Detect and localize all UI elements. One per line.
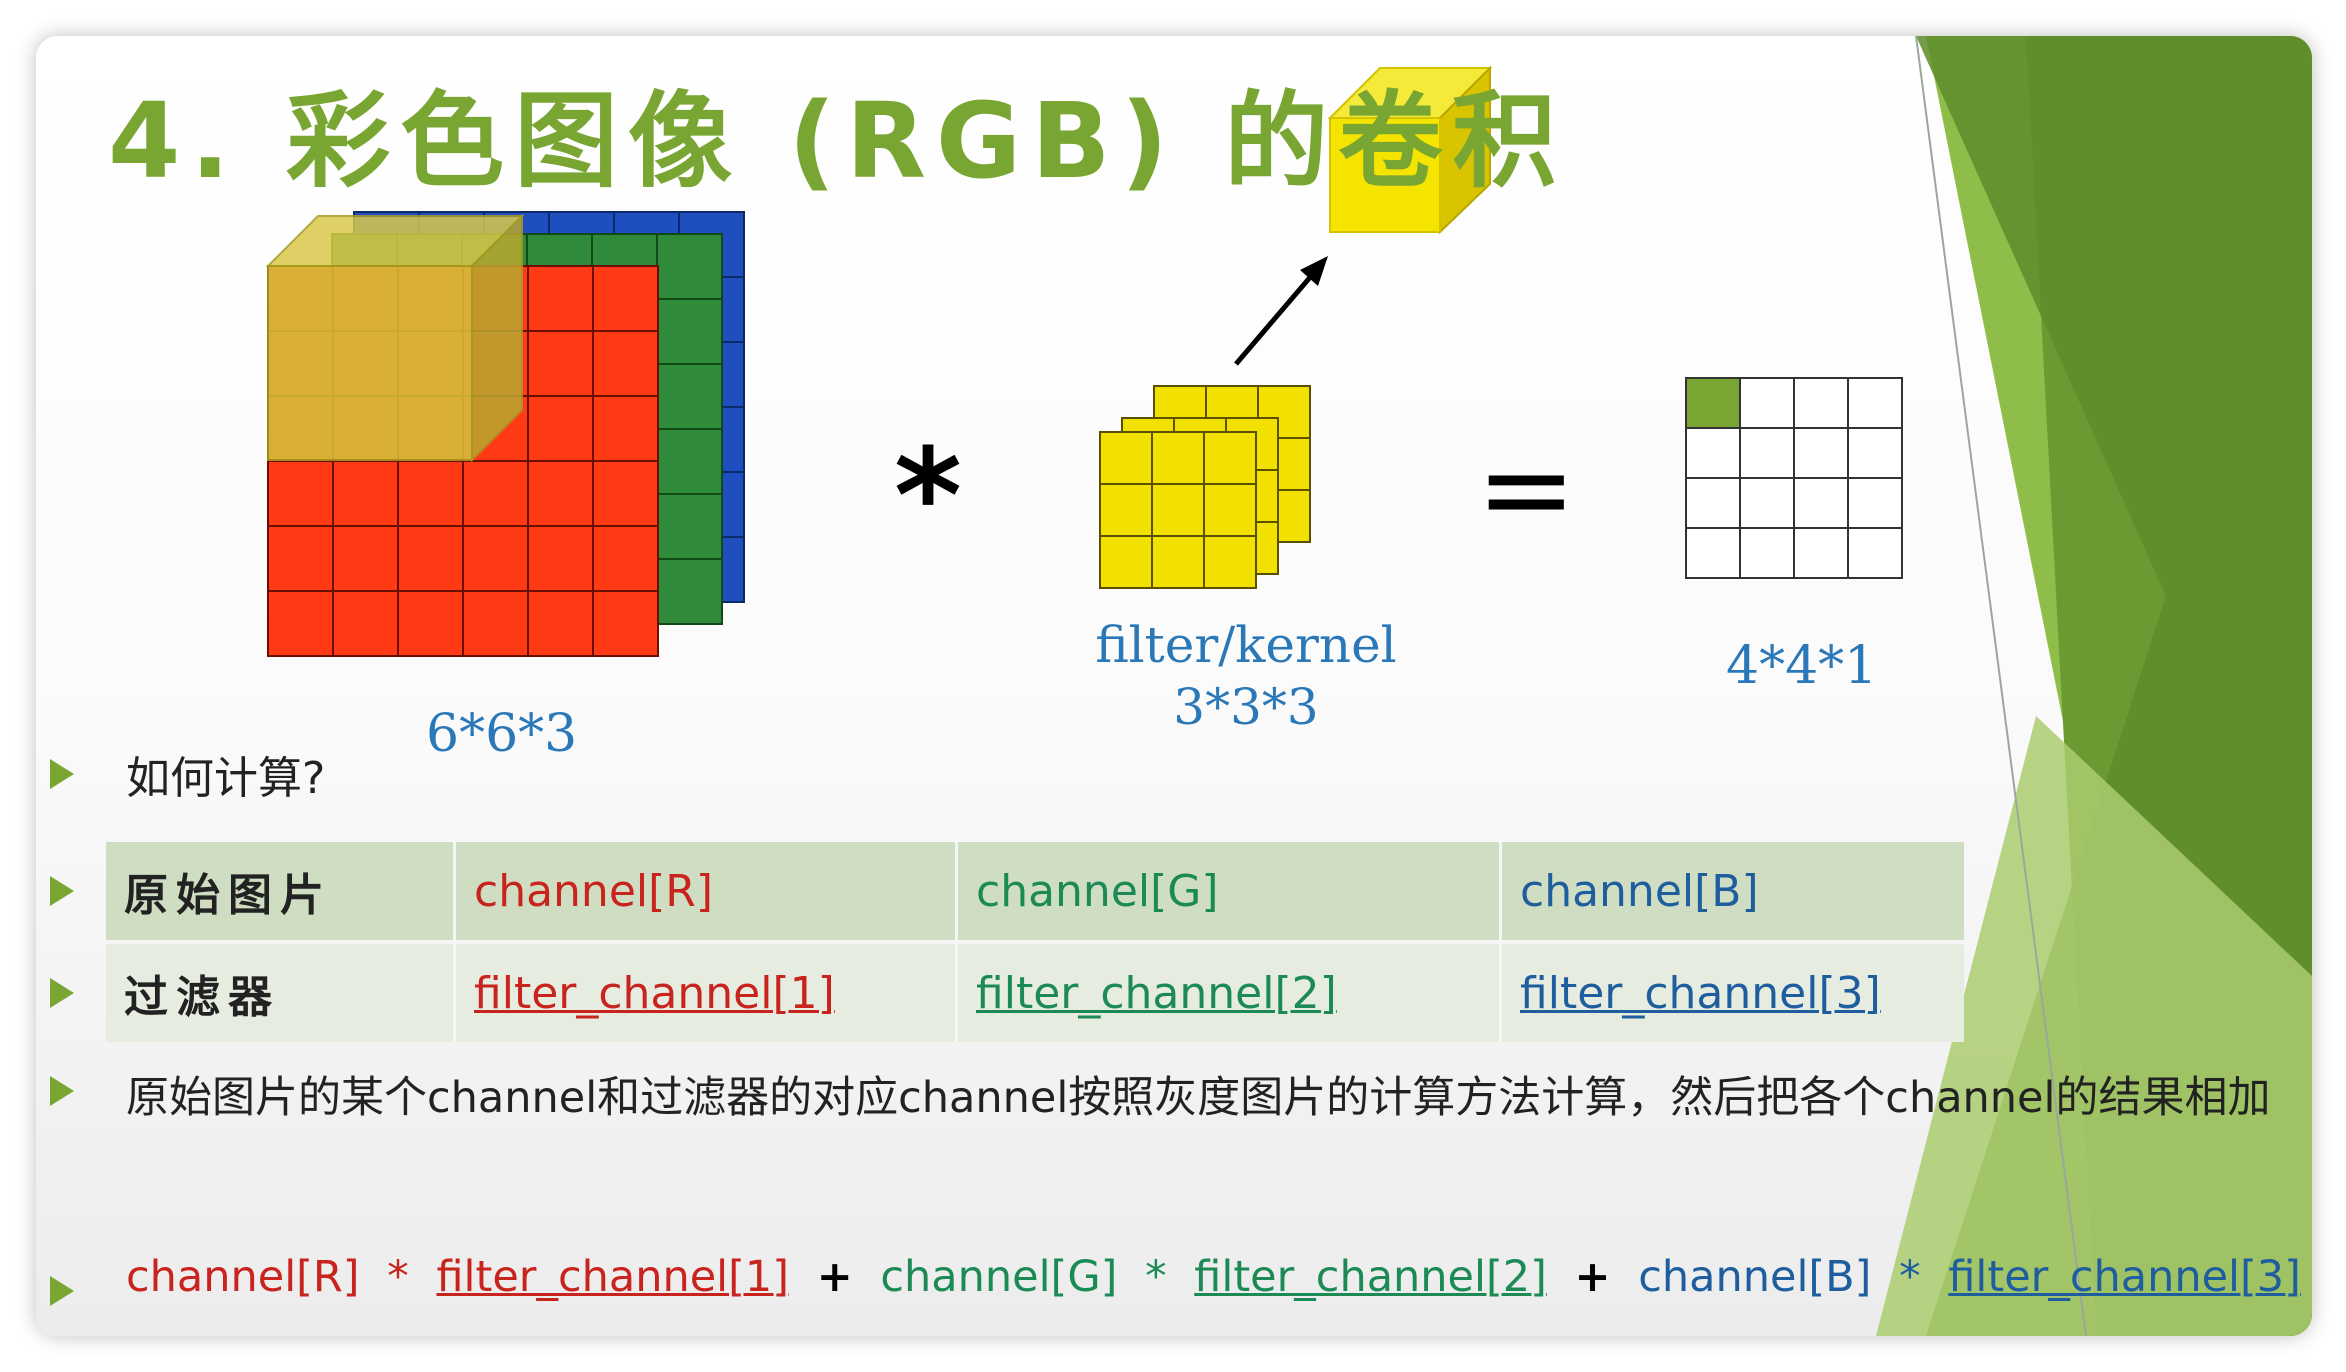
filter-cell <box>1099 483 1153 537</box>
output-cell <box>1793 377 1849 429</box>
red-channel-cell <box>527 590 594 657</box>
red-channel-cell <box>397 590 464 657</box>
formula-plus: + <box>816 1252 853 1302</box>
table-cell: channel[R] <box>456 842 958 940</box>
output-grid <box>1685 377 1903 579</box>
filter-size-label: 3*3*3 <box>1173 678 1319 736</box>
formula-operator: * <box>387 1252 409 1302</box>
red-channel-cell <box>267 460 334 527</box>
red-channel-cell <box>332 590 399 657</box>
red-channel-cell <box>527 265 594 332</box>
formula-term: channel[R] <box>126 1252 360 1302</box>
red-channel-cell <box>592 265 659 332</box>
red-channel-cell <box>267 525 334 592</box>
filter-cell <box>1203 431 1257 485</box>
formula: channel[R] * filter_channel[1] + channel… <box>126 1252 2312 1302</box>
green-channel-cell <box>656 363 723 430</box>
red-channel-cell <box>527 525 594 592</box>
red-channel-cell <box>397 525 464 592</box>
slide-title: 4. 彩色图像 (RGB) 的卷积 <box>108 80 1567 202</box>
green-channel-cell <box>656 233 723 300</box>
filter-cell <box>1099 431 1153 485</box>
table-cell: 过滤器 <box>106 944 456 1042</box>
table-cell: 原始图片 <box>106 842 456 940</box>
formula-operator: * <box>1899 1252 1921 1302</box>
red-channel-cell <box>332 525 399 592</box>
red-channel-cell <box>592 590 659 657</box>
green-channel-cell <box>656 493 723 560</box>
description-text: 原始图片的某个channel和过滤器的对应channel按照灰度图片的计算方法计… <box>126 1073 2271 1123</box>
red-channel-cell <box>592 395 659 462</box>
bullet-icon <box>50 1076 74 1106</box>
output-cell <box>1739 377 1795 429</box>
output-size-label: 4*4*1 <box>1726 636 1878 696</box>
output-cell <box>1847 377 1903 429</box>
red-channel-cell <box>592 330 659 397</box>
output-cell <box>1793 477 1849 529</box>
table-cell: channel[G] <box>958 842 1502 940</box>
red-channel-cell <box>592 525 659 592</box>
output-cell <box>1793 527 1849 579</box>
green-channel-cell <box>656 298 723 365</box>
formula-term: filter_channel[3] <box>1948 1252 2301 1302</box>
output-cell <box>1685 477 1741 529</box>
bullet-icon <box>50 978 74 1008</box>
kernel-overlay-front <box>267 265 473 461</box>
green-channel-cell <box>656 558 723 625</box>
filter-cell <box>1151 431 1205 485</box>
formula-term: filter_channel[2] <box>1194 1252 1547 1302</box>
red-channel-cell <box>332 460 399 527</box>
output-cell <box>1847 477 1903 529</box>
red-channel-cell <box>462 525 529 592</box>
table-row-filter: 过滤器 filter_channel[1] filter_channel[2] … <box>106 944 1964 1042</box>
input-size-label: 6*6*3 <box>426 704 578 764</box>
bullet-icon <box>50 876 74 906</box>
bullet-icon <box>50 1276 74 1306</box>
red-channel-cell <box>527 460 594 527</box>
output-cell <box>1685 377 1741 429</box>
output-arrow <box>1234 256 1328 366</box>
red-channel-cell <box>397 460 464 527</box>
output-cell <box>1793 427 1849 479</box>
table-cell: filter_channel[2] <box>958 944 1502 1042</box>
output-cell <box>1685 427 1741 479</box>
output-cell <box>1739 427 1795 479</box>
filter-label: filter/kernel 3*3*3 <box>1076 614 1416 738</box>
green-channel-cell <box>656 428 723 495</box>
question-text: 如何计算? <box>126 753 326 804</box>
output-cell <box>1847 527 1903 579</box>
red-channel-cell <box>527 330 594 397</box>
filter-volume <box>1099 385 1311 589</box>
filter-cell <box>1151 483 1205 537</box>
formula-operator: * <box>1145 1252 1167 1302</box>
filter-cell <box>1099 535 1153 589</box>
red-channel-cell <box>462 460 529 527</box>
slide: 4. 彩色图像 (RGB) 的卷积 * = 6*6*3 filter/kerne… <box>36 36 2312 1336</box>
formula-plus: + <box>1574 1252 1611 1302</box>
red-channel-cell <box>267 590 334 657</box>
filter-name-label: filter/kernel <box>1095 616 1397 674</box>
red-channel-cell <box>592 460 659 527</box>
input-volume <box>265 211 745 657</box>
formula-term: filter_channel[1] <box>436 1252 790 1302</box>
red-channel-cell <box>462 590 529 657</box>
output-cell <box>1739 527 1795 579</box>
table-cell: channel[B] <box>1520 865 1759 917</box>
output-cell <box>1847 427 1903 479</box>
red-channel-cell <box>527 395 594 462</box>
multiply-operator: * <box>894 420 962 572</box>
filter-cell <box>1203 483 1257 537</box>
table-cell: filter_channel[1] <box>456 944 958 1042</box>
output-cell <box>1739 477 1795 529</box>
bullet-icon <box>50 759 74 789</box>
formula-term: channel[B] <box>1638 1252 1872 1302</box>
table-cell: filter_channel[3] <box>1520 967 1881 1019</box>
channel-table: 原始图片 channel[R] channel[G] channel[B] 过滤… <box>106 842 1964 1042</box>
formula-term: channel[G] <box>880 1252 1118 1302</box>
equals-operator: = <box>1476 420 1577 559</box>
output-cell <box>1685 527 1741 579</box>
table-row-image: 原始图片 channel[R] channel[G] channel[B] <box>106 842 1964 940</box>
filter-cell <box>1151 535 1205 589</box>
filter-cell <box>1203 535 1257 589</box>
